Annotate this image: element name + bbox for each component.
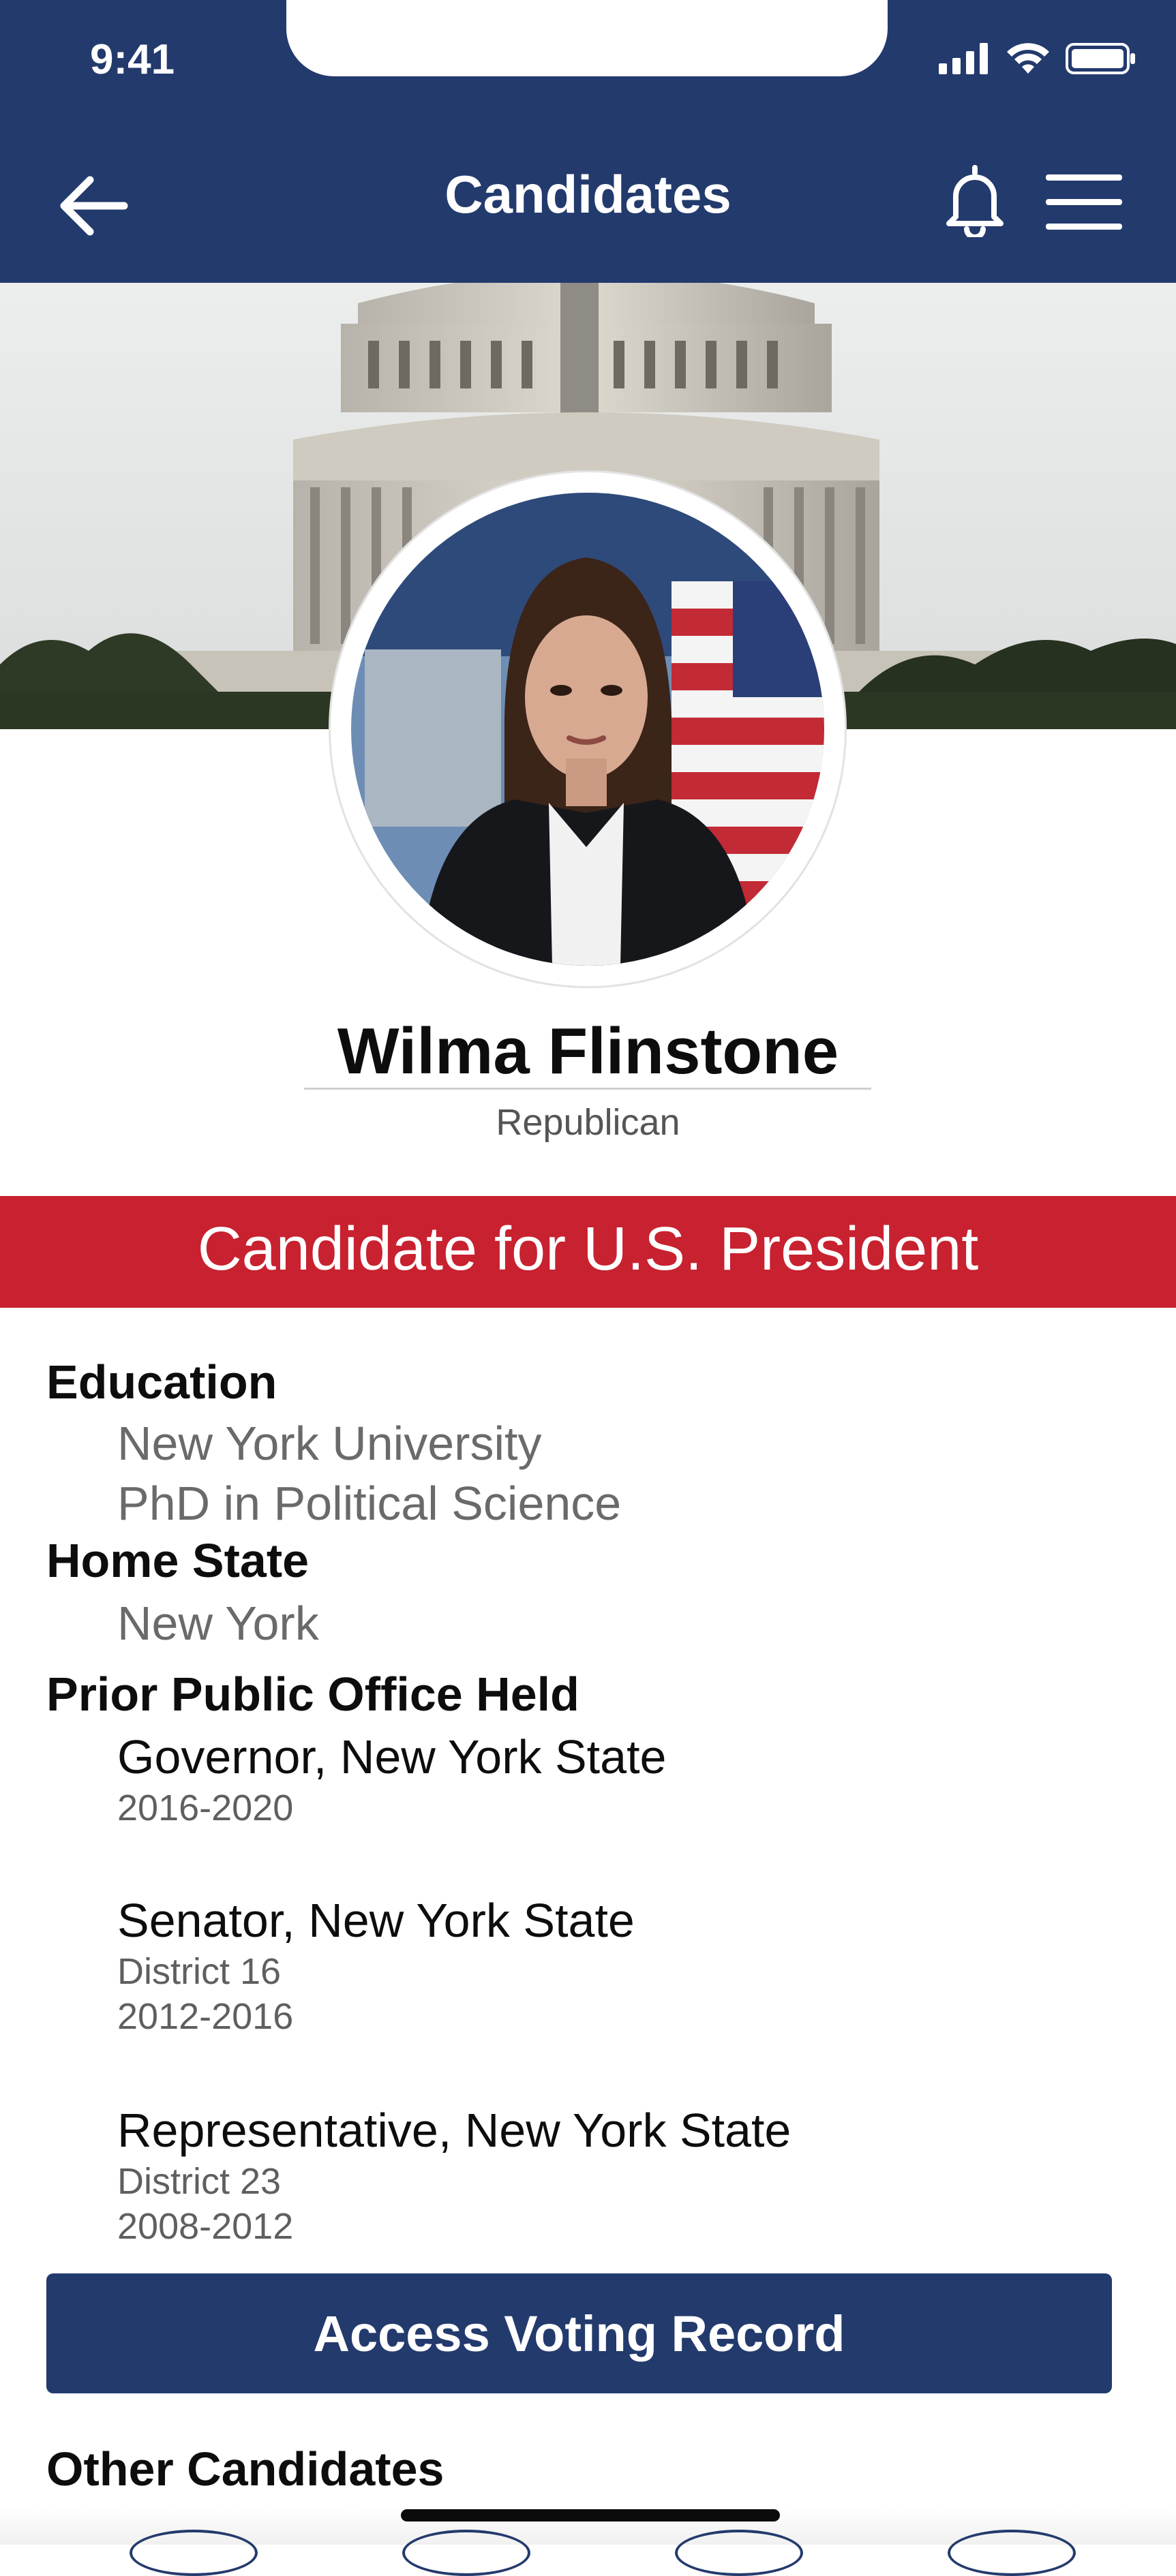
prior-office-heading: Prior Public Office Held [46, 1668, 579, 1721]
device-notch [286, 0, 888, 76]
home-indicator[interactable] [401, 2509, 780, 2521]
candidate-party: Republican [496, 1102, 680, 1143]
access-voting-record-button[interactable]: Access Voting Record [46, 2273, 1112, 2393]
hamburger-menu-icon [1046, 174, 1122, 230]
other-candidates-heading: Other Candidates [46, 2442, 444, 2496]
other-candidate-avatar[interactable] [130, 2530, 258, 2576]
office-entry-title: Senator, New York State [117, 1894, 635, 1947]
status-time: 9:41 [90, 36, 175, 83]
bell-icon [946, 165, 1004, 240]
menu-button[interactable] [1043, 169, 1125, 234]
candidate-photo [351, 493, 824, 966]
office-entry-years: 2008-2012 [117, 2206, 294, 2247]
notifications-button[interactable] [941, 162, 1009, 240]
office-entry-years: 2012-2016 [117, 1996, 294, 2037]
office-entry-years: 2016-2020 [117, 1788, 294, 1828]
name-underline [304, 1088, 871, 1090]
home-state-value: New York [117, 1597, 319, 1650]
office-title: Candidate for U.S. President [197, 1215, 979, 1283]
office-entry-district: District 16 [117, 1951, 282, 1992]
signal-icon [939, 43, 988, 74]
app-header: 9:41 Candidates [0, 0, 1176, 283]
education-degree: PhD in Political Science [117, 1477, 622, 1530]
education-heading: Education [46, 1355, 277, 1409]
candidate-portrait-image [351, 493, 824, 966]
candidate-name: Wilma Flinstone [337, 1015, 839, 1088]
other-candidate-avatar[interactable] [948, 2530, 1076, 2576]
other-candidate-avatar[interactable] [402, 2530, 530, 2576]
status-icons [939, 42, 1136, 75]
wifi-icon [1007, 43, 1049, 74]
battery-icon [1066, 43, 1135, 74]
education-school: New York University [117, 1417, 542, 1470]
office-entry-district: District 23 [117, 2161, 282, 2202]
office-entry-title: Representative, New York State [117, 2104, 791, 2157]
office-entry-title: Governor, New York State [117, 1730, 667, 1783]
other-candidate-avatar[interactable] [675, 2530, 803, 2576]
home-state-heading: Home State [46, 1534, 310, 1587]
